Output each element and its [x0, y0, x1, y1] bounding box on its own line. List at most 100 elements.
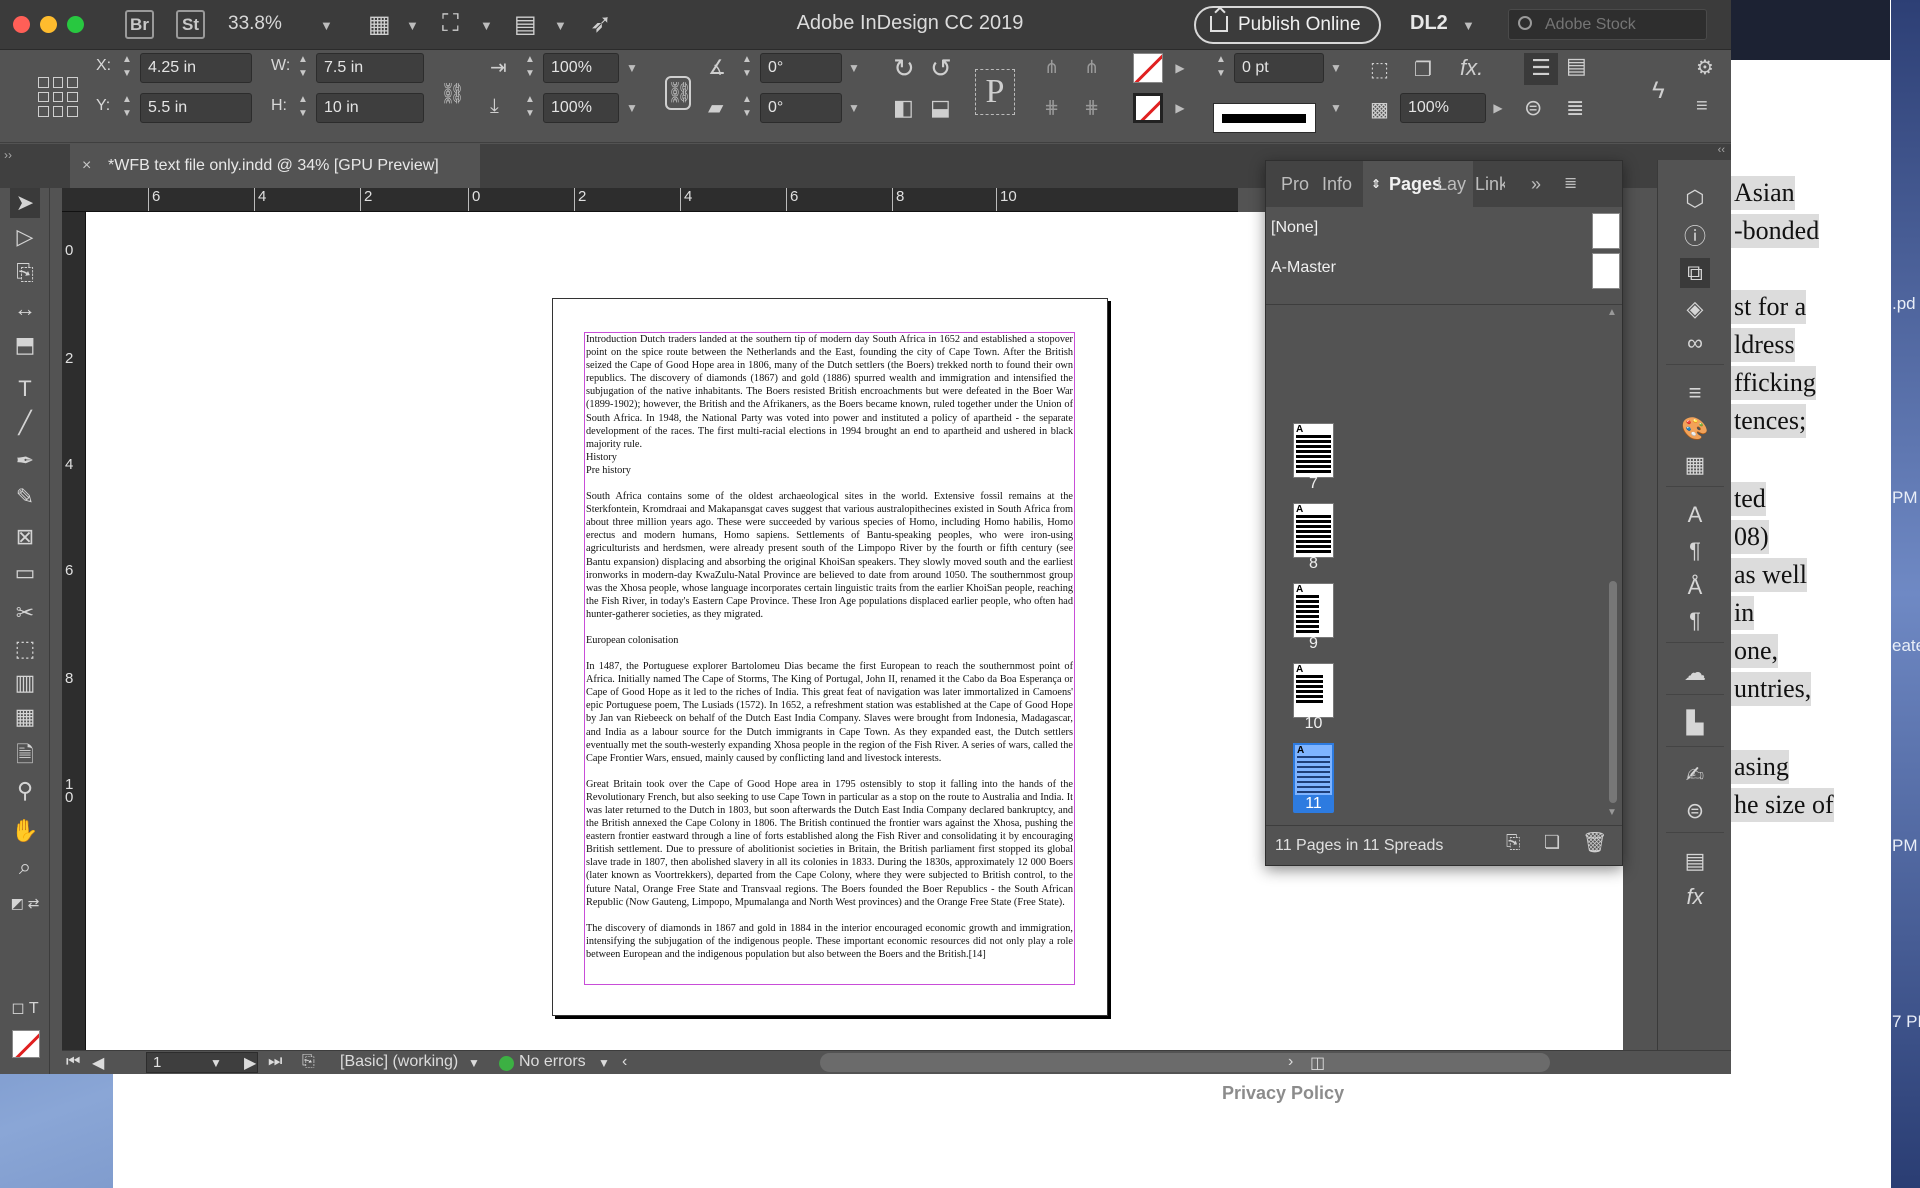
- gradient-feather-tool-icon[interactable]: ▦: [10, 702, 40, 732]
- gradient-swatch-tool-icon[interactable]: ▥: [10, 668, 40, 698]
- constrain-scale-icon[interactable]: ⛓: [665, 76, 692, 110]
- chevron-down-icon[interactable]: ▼: [842, 53, 866, 83]
- notes-icon[interactable]: ✍: [1680, 760, 1710, 790]
- page-thumbnail[interactable]: A: [1293, 423, 1334, 478]
- new-page-icon[interactable]: ❏: [1544, 832, 1560, 853]
- shear-stepper[interactable]: ▲ ▼: [740, 93, 754, 123]
- zoom-level[interactable]: 33.8%: [228, 13, 282, 35]
- pages-scroll-thumb[interactable]: [1609, 581, 1617, 803]
- vertical-scrollbar[interactable]: [1623, 188, 1641, 1050]
- swatches-icon[interactable]: ▦: [1680, 450, 1710, 480]
- layers-icon[interactable]: ◈: [1680, 294, 1710, 324]
- character-styles-icon[interactable]: Å: [1680, 572, 1710, 602]
- rotate-clockwise-icon[interactable]: ↻: [893, 53, 915, 84]
- close-window-button[interactable]: [13, 16, 30, 33]
- story-heading[interactable]: Pre history: [586, 464, 1073, 477]
- scale-x-stepper[interactable]: ▲ ▼: [523, 53, 537, 83]
- info-icon[interactable]: ⓘ: [1680, 222, 1710, 252]
- document-tab[interactable]: × *WFB text file only.indd @ 34% [GPU Pr…: [70, 144, 480, 188]
- collapse-tools-icon[interactable]: ››: [4, 148, 12, 162]
- properties-icon[interactable]: ⬡: [1680, 184, 1710, 214]
- vertical-ruler[interactable]: 0 2 4 6 8 1 0: [62, 212, 86, 1050]
- tab-layers[interactable]: Lay: [1437, 161, 1467, 207]
- zoom-tool-icon[interactable]: ⌕: [10, 852, 40, 882]
- page-thumbnail-selected[interactable]: A: [1293, 743, 1334, 798]
- w-stepper[interactable]: ▲ ▼: [296, 53, 310, 83]
- cc-libraries-icon[interactable]: ☁: [1680, 658, 1710, 688]
- gap-tool-icon[interactable]: ↔: [10, 294, 40, 324]
- stroke-weight-field[interactable]: 0 pt: [1234, 53, 1324, 83]
- chevron-down-icon[interactable]: ▼: [1324, 93, 1348, 123]
- chevron-down-icon[interactable]: ▼: [320, 18, 333, 33]
- formatting-container-icon[interactable]: ◻ T: [10, 994, 40, 1024]
- story-paragraph[interactable]: In 1487, the Portuguese explorer Bartolo…: [586, 660, 1073, 765]
- close-icon[interactable]: ×: [82, 144, 91, 188]
- reference-point-icon[interactable]: [38, 77, 78, 117]
- chevron-up-icon[interactable]: ▲: [1607, 307, 1617, 318]
- scale-y-stepper[interactable]: ▲ ▼: [523, 93, 537, 123]
- hand-tool-icon[interactable]: ✋: [10, 816, 40, 846]
- note-tool-icon[interactable]: 🗎: [10, 740, 40, 770]
- text-wrap-icon[interactable]: ⊜: [1680, 796, 1710, 826]
- content-collector-icon[interactable]: ⬒: [10, 330, 40, 360]
- story-heading[interactable]: European colonisation: [586, 634, 1073, 647]
- stock-search-box[interactable]: [1508, 9, 1707, 40]
- paragraph-icon[interactable]: ¶: [1680, 536, 1710, 566]
- color-icon[interactable]: 🎨: [1680, 414, 1710, 444]
- chevron-right-icon[interactable]: ▶: [1168, 93, 1192, 123]
- next-page-icon[interactable]: ▶: [244, 1053, 256, 1073]
- text-wrap-bounding-icon[interactable]: ▤: [1566, 53, 1587, 79]
- y-stepper[interactable]: ▲ ▼: [120, 93, 134, 123]
- frame-fitting-icon[interactable]: ⬚: [1370, 57, 1389, 82]
- y-position-field[interactable]: 5.5 in: [140, 93, 252, 123]
- apply-none-icon[interactable]: [12, 1030, 40, 1058]
- open-page-icon[interactable]: ⎘: [302, 1053, 315, 1071]
- collapse-dock-icon[interactable]: ‹‹: [1657, 144, 1731, 160]
- chevron-right-icon[interactable]: ▶: [1486, 93, 1510, 123]
- privacy-policy-link[interactable]: Privacy Policy: [1222, 1083, 1344, 1104]
- tab-links[interactable]: Link: [1475, 161, 1505, 207]
- story-heading[interactable]: History: [586, 451, 1073, 464]
- chevron-right-icon[interactable]: ▶: [1168, 53, 1192, 83]
- bridge-icon[interactable]: Br: [125, 10, 154, 39]
- chevron-down-icon[interactable]: ▼: [554, 18, 567, 33]
- character-icon[interactable]: A: [1680, 500, 1710, 530]
- effects-fx-icon[interactable]: fx.: [1460, 55, 1483, 81]
- a-master-row[interactable]: A-Master: [1266, 247, 1622, 292]
- selection-tool-icon[interactable]: ➤: [10, 188, 40, 218]
- publish-online-button[interactable]: Publish Online: [1194, 6, 1381, 44]
- horizontal-ruler[interactable]: 6 4 2 0 2 4 6 8 10: [62, 188, 1238, 212]
- quick-apply-lightning-icon[interactable]: ϟ: [1652, 77, 1665, 105]
- chevron-down-icon[interactable]: ▼: [1607, 807, 1617, 818]
- edit-page-size-icon[interactable]: ⎘: [1506, 832, 1520, 853]
- stroke-swatch-none[interactable]: [1133, 93, 1163, 123]
- tab-properties[interactable]: Pro: [1281, 161, 1309, 207]
- story-paragraph[interactable]: Great Britain took over the Cape of Good…: [586, 778, 1073, 909]
- chevron-down-icon[interactable]: ▼: [620, 53, 644, 83]
- pencil-tool-icon[interactable]: ✎: [10, 482, 40, 512]
- text-wrap-jump-icon[interactable]: ≣: [1566, 95, 1584, 121]
- opacity-field[interactable]: 100%: [1400, 93, 1486, 123]
- x-stepper[interactable]: ▲ ▼: [120, 53, 134, 83]
- chevron-down-icon[interactable]: ▼: [1462, 18, 1475, 33]
- more-tabs-icon[interactable]: »: [1531, 161, 1541, 207]
- pages-scrollbar[interactable]: ▲ ▼: [1606, 307, 1620, 819]
- scissors-tool-icon[interactable]: ✂: [10, 598, 40, 628]
- h-stepper[interactable]: ▲ ▼: [296, 93, 310, 123]
- panel-menu-icon[interactable]: ≣: [1564, 161, 1577, 207]
- chevron-down-icon[interactable]: ▼: [406, 18, 419, 33]
- trash-icon[interactable]: 🗑: [1582, 830, 1607, 855]
- panel-menu-icon[interactable]: ≡: [1696, 95, 1708, 118]
- minimize-window-button[interactable]: [40, 16, 57, 33]
- flip-horizontal-icon[interactable]: ◧: [893, 95, 914, 121]
- rotation-angle-field[interactable]: 0°: [760, 53, 842, 83]
- scale-x-field[interactable]: 100%: [543, 53, 619, 83]
- page-tool-icon[interactable]: ⎘: [10, 258, 40, 288]
- rotate-counterclockwise-icon[interactable]: ↺: [930, 53, 952, 84]
- text-wrap-none-icon[interactable]: ☰: [1524, 53, 1558, 85]
- select-previous-icon[interactable]: ⋔: [1084, 57, 1099, 78]
- direct-selection-tool-icon[interactable]: ▷: [10, 222, 40, 252]
- rectangle-frame-tool-icon[interactable]: ⊠: [10, 522, 40, 552]
- split-window-icon[interactable]: ◫: [1310, 1053, 1325, 1073]
- text-wrap-shape-icon[interactable]: ⊜: [1524, 95, 1542, 121]
